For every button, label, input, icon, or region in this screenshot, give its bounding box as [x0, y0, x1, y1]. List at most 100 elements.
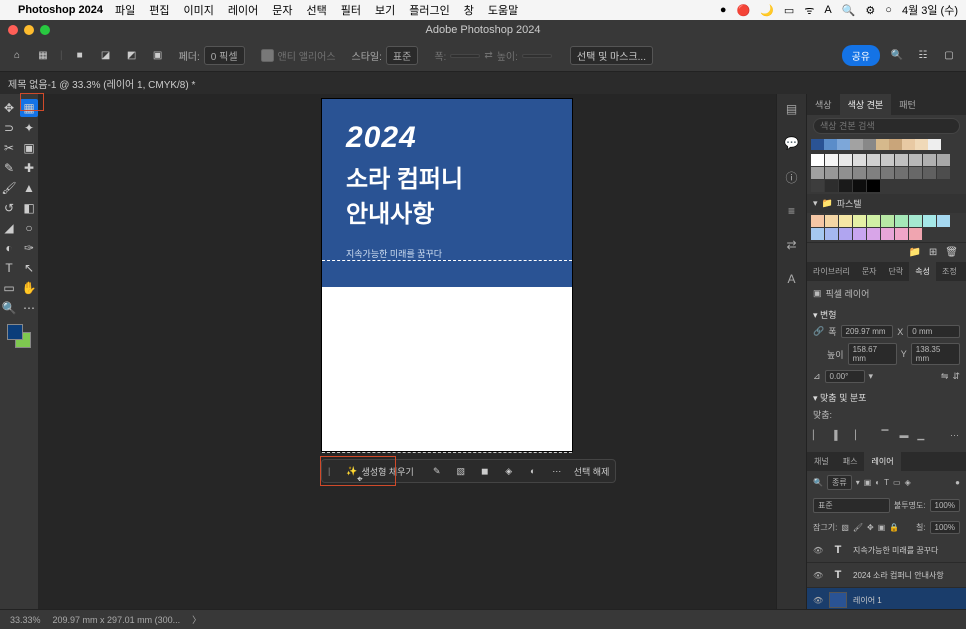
share-button[interactable]: 공유 — [842, 45, 880, 66]
flip-v-icon[interactable]: ⇵ — [952, 371, 960, 382]
swatch[interactable] — [853, 167, 866, 179]
frame-icon[interactable]: ▢ — [940, 47, 958, 65]
menu-help[interactable]: 도움말 — [488, 2, 518, 18]
lock-transparent-icon[interactable]: ▧ — [841, 523, 849, 532]
swatch-search-input[interactable] — [813, 118, 960, 134]
align-center-h-icon[interactable]: ▐ — [831, 430, 841, 442]
layer-name[interactable]: 지속가능한 미래를 꿈꾸다 — [853, 545, 938, 556]
swatch[interactable] — [937, 167, 950, 179]
move-tool[interactable]: ✥ — [0, 99, 18, 117]
swatch[interactable] — [867, 215, 880, 227]
search-icon[interactable]: 🔍 — [842, 4, 856, 17]
swatch[interactable] — [867, 154, 880, 166]
path-tool[interactable]: ↖ — [20, 259, 38, 277]
menu-plugins[interactable]: 플러그인 — [409, 2, 449, 18]
swatch[interactable] — [867, 167, 880, 179]
search-ps-icon[interactable]: 🔍 — [888, 47, 906, 65]
swatch[interactable] — [895, 167, 908, 179]
align-left-icon[interactable]: ▏ — [813, 430, 823, 442]
deselect-button[interactable]: 선택 해제 — [574, 465, 610, 478]
type-tool[interactable]: T — [0, 259, 18, 277]
swatch[interactable] — [937, 154, 950, 166]
menu-view[interactable]: 보기 — [375, 2, 395, 18]
wand-tool[interactable]: ✦ — [20, 119, 38, 137]
shape-tool[interactable]: ▭ — [0, 279, 18, 297]
visibility-icon[interactable]: 👁 — [813, 596, 823, 605]
history-panel-icon[interactable]: ≡ — [783, 202, 801, 220]
visibility-icon[interactable]: 👁 — [813, 571, 823, 580]
align-bottom-icon[interactable]: ▁ — [917, 430, 927, 442]
swatch[interactable] — [923, 167, 936, 179]
frame-tool[interactable]: ▣ — [20, 139, 38, 157]
selection-subtract-icon[interactable]: ◩ — [123, 47, 141, 65]
link-wh-icon[interactable]: 🔗 — [813, 326, 824, 337]
adjust-icon[interactable]: ◐ — [526, 464, 540, 478]
tab-adjustments[interactable]: 조정 — [936, 262, 963, 281]
feather-value[interactable]: 0 픽셀 — [204, 46, 245, 65]
layer-name[interactable]: 레이어 1 — [853, 595, 882, 606]
document-canvas[interactable]: 2024 소라 컴퍼니 안내사항 지속가능한 미래를 꿈꾸다 — [322, 99, 572, 451]
filter-pixel-icon[interactable]: ▣ — [864, 478, 872, 487]
workspace-icon[interactable]: ☷ — [914, 47, 932, 65]
adjust-panel-icon[interactable]: ⇄ — [783, 236, 801, 254]
swatch[interactable] — [839, 154, 852, 166]
lock-image-icon[interactable]: 🖌 — [853, 523, 863, 532]
fill-field[interactable]: 100% — [930, 521, 960, 534]
opacity-field[interactable]: 100% — [930, 499, 960, 512]
select-and-mask-button[interactable]: 선택 및 마스크... — [570, 46, 653, 65]
swatch[interactable] — [881, 167, 894, 179]
swatch[interactable] — [928, 139, 941, 150]
swatch[interactable] — [825, 180, 838, 192]
doc-dimensions[interactable]: 209.97 mm x 297.01 mm (300... — [53, 615, 181, 625]
lock-position-icon[interactable]: ✥ — [867, 523, 874, 532]
menu-file[interactable]: 파일 — [115, 2, 135, 18]
swatch[interactable] — [811, 215, 824, 227]
swatch[interactable] — [867, 228, 880, 240]
tool-marquee-icon[interactable]: ▦ — [34, 47, 52, 65]
eyedropper-tool[interactable]: ✎ — [0, 159, 18, 177]
filter-adjust-icon[interactable]: ◐ — [875, 478, 880, 487]
swatch[interactable] — [824, 139, 837, 150]
hand-tool[interactable]: ✋ — [20, 279, 38, 297]
align-right-icon[interactable]: ▕ — [849, 430, 859, 442]
swatch[interactable] — [867, 180, 880, 192]
selection-new-icon[interactable]: ■ — [71, 47, 89, 65]
lock-all-icon[interactable]: 🔒 — [889, 523, 899, 532]
tab-paths[interactable]: 패스 — [836, 452, 865, 471]
foreground-color[interactable] — [7, 324, 23, 340]
swatch[interactable] — [909, 228, 922, 240]
swatch[interactable] — [881, 154, 894, 166]
selection-intersect-icon[interactable]: ▣ — [149, 47, 167, 65]
swatch[interactable] — [909, 215, 922, 227]
pen-tool[interactable]: ✑ — [20, 239, 38, 257]
angle-field[interactable]: 0.00° — [825, 370, 865, 383]
swatch[interactable] — [937, 215, 950, 227]
y-field[interactable]: 138.35 mm — [911, 343, 960, 365]
history-brush-tool[interactable]: ↺ — [0, 199, 18, 217]
swatch[interactable] — [853, 228, 866, 240]
tab-libraries[interactable]: 라이브러리 — [807, 262, 856, 281]
selection-add-icon[interactable]: ◪ — [97, 47, 115, 65]
filter-shape-icon[interactable]: ▭ — [893, 478, 901, 487]
brush-tool[interactable]: 🖌 — [0, 179, 18, 197]
distribute-icon[interactable]: ⋯ — [950, 430, 960, 442]
swatch-folder-new-icon[interactable]: 📁 — [908, 247, 920, 258]
swatch[interactable] — [811, 180, 824, 192]
swatch[interactable] — [811, 167, 824, 179]
menu-image[interactable]: 이미지 — [183, 2, 213, 18]
fill-icon[interactable]: ▧ — [454, 464, 468, 478]
filter-smart-icon[interactable]: ◈ — [905, 478, 911, 487]
layer-item[interactable]: 👁 T 지속가능한 미래를 꿈꾸다 — [807, 538, 966, 563]
tab-color[interactable]: 색상 — [807, 94, 840, 115]
swatch[interactable] — [876, 139, 889, 150]
swatch[interactable] — [839, 228, 852, 240]
app-name[interactable]: Photoshop 2024 — [18, 4, 103, 16]
blur-tool[interactable]: ○ — [20, 219, 38, 237]
lock-artboard-icon[interactable]: ▣ — [878, 523, 886, 532]
swatch-new-icon[interactable]: ⊞ — [929, 247, 937, 258]
swatch[interactable] — [825, 215, 838, 227]
close-window[interactable] — [8, 25, 18, 35]
swatch[interactable] — [839, 180, 852, 192]
menu-window[interactable]: 창 — [464, 2, 474, 18]
color-swatches[interactable] — [7, 324, 31, 348]
